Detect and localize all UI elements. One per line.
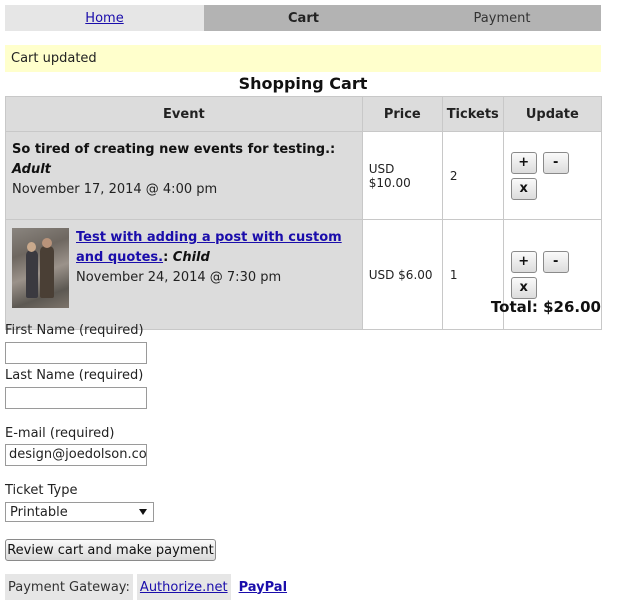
- checkout-steps: Home Cart Payment: [5, 5, 601, 31]
- photo-figure: [26, 250, 38, 298]
- photo-figure: [40, 246, 54, 298]
- first-name-field[interactable]: [5, 342, 147, 364]
- photo-head: [27, 242, 36, 252]
- review-cart-button[interactable]: Review cart and make payment: [5, 539, 216, 561]
- price-cell: USD $10.00: [361, 131, 443, 220]
- cart-header-row: Event Price Tickets Update: [5, 96, 603, 132]
- title-separator: :: [330, 142, 336, 157]
- cart-total: Total: $26.00: [490, 298, 601, 316]
- last-name-label: Last Name (required): [5, 368, 144, 383]
- remove-button[interactable]: x: [510, 177, 537, 200]
- email-label: E-mail (required): [5, 426, 115, 441]
- cart-title: Shopping Cart: [238, 74, 368, 93]
- tickets-cell: 2: [441, 131, 504, 220]
- ticket-type-select[interactable]: Printable: [5, 502, 154, 522]
- first-name-label: First Name (required): [5, 323, 144, 338]
- step-payment: Payment: [403, 5, 601, 31]
- authorize-net-link[interactable]: Authorize.net: [136, 574, 231, 600]
- last-name-field[interactable]: [5, 387, 147, 409]
- update-buttons: + - x: [510, 250, 575, 299]
- event-cell: So tired of creating new events for test…: [5, 131, 363, 220]
- header-price: Price: [361, 96, 443, 132]
- header-update: Update: [502, 96, 603, 132]
- photo-head: [42, 238, 52, 248]
- decrease-button[interactable]: -: [542, 250, 569, 273]
- event-cell: Test with adding a post with custom and …: [5, 219, 363, 330]
- increase-button[interactable]: +: [510, 250, 537, 273]
- event-title: So tired of creating new events for test…: [12, 142, 331, 157]
- step-home[interactable]: Home: [5, 5, 204, 31]
- step-cart: Cart: [204, 5, 403, 31]
- cart-updated-notice: Cart updated: [5, 45, 601, 72]
- cart-table: Event Price Tickets Update So tired of c…: [5, 96, 603, 330]
- ticket-type: Adult: [12, 162, 51, 177]
- ticket-type-selected: Printable: [10, 504, 68, 520]
- event-date: November 17, 2014 @ 4:00 pm: [12, 182, 218, 197]
- home-link[interactable]: Home: [85, 11, 123, 26]
- cart-row: So tired of creating new events for test…: [5, 131, 603, 220]
- ticket-type: Child: [172, 250, 210, 265]
- event-text: Test with adding a post with custom and …: [76, 228, 356, 308]
- header-tickets: Tickets: [441, 96, 504, 132]
- event-title-line: So tired of creating new events for test…: [12, 140, 356, 180]
- header-event: Event: [5, 96, 363, 132]
- update-buttons: + - x: [510, 151, 575, 200]
- price-cell: USD $6.00: [361, 219, 443, 330]
- ticket-type-label: Ticket Type: [5, 483, 78, 498]
- chevron-down-icon: [139, 509, 147, 515]
- event-content: Test with adding a post with custom and …: [12, 228, 356, 308]
- paypal-link[interactable]: PayPal: [239, 580, 287, 595]
- email-field[interactable]: design@joedolson.com: [5, 444, 147, 466]
- gateway-label: Payment Gateway:: [5, 574, 133, 600]
- increase-button[interactable]: +: [510, 151, 537, 174]
- payment-gateway: Payment Gateway: Authorize.net PayPal: [5, 574, 287, 600]
- title-separator: :: [163, 250, 173, 265]
- decrease-button[interactable]: -: [542, 151, 569, 174]
- event-title-line: Test with adding a post with custom and …: [76, 228, 356, 268]
- remove-button[interactable]: x: [510, 276, 537, 299]
- update-cell: + - x: [502, 131, 603, 220]
- event-thumbnail: [12, 228, 69, 308]
- event-date: November 24, 2014 @ 7:30 pm: [76, 270, 282, 285]
